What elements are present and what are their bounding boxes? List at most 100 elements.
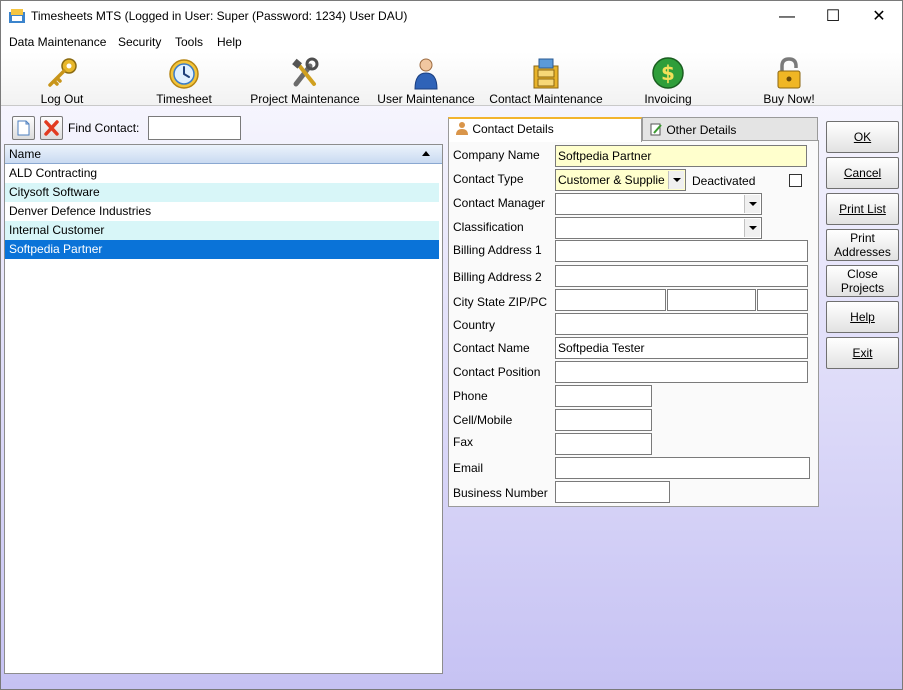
contact-details-form: Company Name Softpedia Partner Contact T… (448, 140, 819, 507)
city-field[interactable] (555, 289, 666, 311)
tools-icon (292, 57, 319, 87)
deactivated-checkbox[interactable] (789, 174, 802, 187)
app-window: Timesheets MTS (Logged in User: Super (P… (0, 0, 903, 690)
print-addresses-label-line1: Print (850, 231, 875, 245)
contact-maintenance-button[interactable]: Contact Maintenance (487, 54, 605, 106)
tab-other-details-label: Other Details (666, 123, 737, 137)
user-maintenance-button[interactable]: User Maintenance (375, 54, 477, 106)
menu-help[interactable]: Help (217, 35, 242, 49)
billing-address-1-field[interactable] (555, 240, 808, 262)
fax-field[interactable] (555, 433, 652, 455)
billing-address-2-label: Billing Address 2 (453, 270, 542, 284)
column-header-name[interactable]: Name (5, 145, 442, 164)
person-icon (456, 122, 468, 135)
contact-type-select[interactable]: Customer & Supplie (555, 169, 686, 191)
email-field[interactable] (555, 457, 810, 479)
company-name-field[interactable]: Softpedia Partner (555, 145, 807, 167)
close-projects-label-line2: Projects (840, 281, 885, 295)
state-field[interactable] (667, 289, 756, 311)
contact-name-field[interactable]: Softpedia Tester (555, 337, 808, 359)
timesheet-label: Timesheet (156, 92, 212, 106)
new-contact-button[interactable] (12, 116, 35, 140)
buy-now-label: Buy Now! (763, 92, 815, 106)
cell-mobile-label: Cell/Mobile (453, 413, 513, 427)
title-bar: Timesheets MTS (Logged in User: Super (P… (1, 1, 902, 32)
project-maintenance-button[interactable]: Project Maintenance (248, 54, 362, 106)
padlock-icon (777, 57, 801, 89)
project-maintenance-label: Project Maintenance (250, 92, 360, 106)
list-item-selected[interactable]: Softpedia Partner (5, 240, 439, 259)
key-icon (48, 58, 77, 87)
list-item[interactable]: Citysoft Software (5, 183, 439, 202)
invoicing-button[interactable]: $ Invoicing (639, 54, 697, 106)
billing-address-2-field[interactable] (555, 265, 808, 287)
billing-address-1-label: Billing Address 1 (453, 243, 542, 257)
fax-label: Fax (453, 435, 474, 449)
deactivated-label: Deactivated (692, 174, 756, 188)
print-addresses-label-line2: Addresses (834, 245, 891, 259)
list-item[interactable]: Internal Customer (5, 221, 439, 240)
zip-field[interactable] (757, 289, 808, 311)
minimize-button[interactable]: — (764, 1, 810, 32)
column-header-label: Name (9, 147, 42, 161)
menu-data-maintenance[interactable]: Data Maintenance (9, 35, 106, 49)
svg-text:$: $ (661, 61, 675, 85)
help-button-label: Help (850, 310, 875, 324)
find-contact-input[interactable] (148, 116, 241, 140)
timesheet-button[interactable]: Timesheet (151, 54, 217, 106)
ok-button[interactable]: OK (826, 121, 899, 153)
business-number-field[interactable] (555, 481, 670, 503)
email-label: Email (453, 461, 484, 475)
print-addresses-button[interactable]: Print Addresses (826, 229, 899, 261)
country-label: Country (453, 318, 496, 332)
notepad-icon (650, 123, 662, 136)
delete-contact-button[interactable] (40, 116, 63, 140)
contact-list[interactable]: Name ALD Contracting Citysoft Software D… (4, 144, 443, 674)
window-title: Timesheets MTS (Logged in User: Super (P… (31, 9, 408, 23)
menu-security[interactable]: Security (118, 35, 161, 49)
list-item[interactable]: Denver Defence Industries (5, 202, 439, 221)
help-button[interactable]: Help (826, 301, 899, 333)
close-projects-label-line1: Close (847, 267, 878, 281)
contact-position-label: Contact Position (453, 365, 541, 379)
cell-mobile-field[interactable] (555, 409, 652, 431)
classification-label: Classification (453, 220, 524, 234)
chevron-down-icon (744, 195, 760, 213)
tab-other-details[interactable]: Other Details (642, 117, 818, 140)
dollar-icon: $ (652, 57, 684, 89)
phone-field[interactable] (555, 385, 652, 407)
delete-icon (44, 120, 59, 136)
buy-now-button[interactable]: Buy Now! (757, 54, 821, 106)
contact-type-label: Contact Type (453, 172, 524, 186)
classification-select[interactable] (555, 217, 762, 239)
tab-contact-details-label: Contact Details (472, 122, 554, 136)
contact-manager-select[interactable] (555, 193, 762, 215)
close-projects-button[interactable]: Close Projects (826, 265, 899, 297)
print-list-button[interactable]: Print List (826, 193, 899, 225)
menu-tools[interactable]: Tools (175, 35, 203, 49)
company-name-label: Company Name (453, 148, 540, 162)
clock-icon (169, 59, 199, 89)
country-field[interactable] (555, 313, 808, 335)
cancel-button[interactable]: Cancel (826, 157, 899, 189)
cancel-button-label: Cancel (843, 166, 882, 180)
toolbar: Log Out Timesheet Project Maintenance Us… (1, 52, 902, 106)
contact-type-value: Customer & Supplie (558, 173, 665, 187)
ok-button-label: OK (853, 130, 872, 144)
chevron-down-icon (744, 219, 760, 237)
print-list-button-label: Print List (839, 202, 886, 216)
maximize-button[interactable]: ☐ (810, 1, 856, 32)
filing-cabinet-icon (533, 58, 559, 89)
log-out-button[interactable]: Log Out (31, 54, 93, 106)
list-item[interactable]: ALD Contracting (5, 164, 439, 183)
find-contact-label: Find Contact: (68, 121, 140, 135)
tab-contact-details[interactable]: Contact Details (448, 117, 642, 142)
user-maintenance-label: User Maintenance (377, 92, 475, 106)
close-button[interactable]: ✕ (856, 1, 902, 32)
city-state-zip-label: City State ZIP/PC (453, 295, 548, 309)
contact-position-field[interactable] (555, 361, 808, 383)
user-icon (414, 58, 438, 90)
contact-maintenance-label: Contact Maintenance (489, 92, 603, 106)
exit-button[interactable]: Exit (826, 337, 899, 369)
contact-name-label: Contact Name (453, 341, 530, 355)
